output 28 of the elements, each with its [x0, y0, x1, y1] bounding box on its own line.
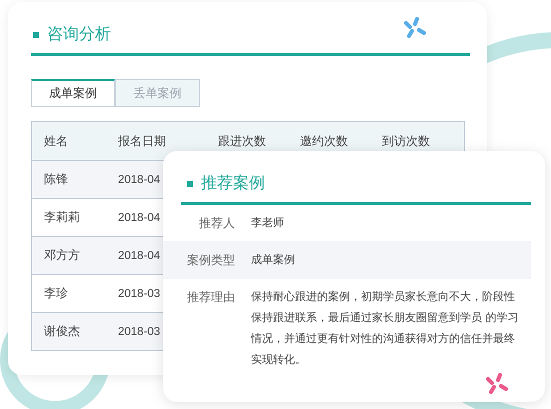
column-header: 姓名 — [43, 133, 69, 150]
field-value: 保持耐心跟进的案例，初期学员家长意向不大，阶段性保持跟进联系，最后通过家长朋友圈留意到学员 的学习情况，并通过更有针对性的沟通获得对方的信任并最终实现转化。 — [251, 289, 520, 368]
section-title: 咨询分析 — [47, 24, 111, 45]
section-title: 推荐案例 — [201, 173, 265, 194]
field-label: 推荐理由 — [186, 289, 235, 306]
square-icon — [187, 180, 193, 186]
tab[interactable]: 成单案例 — [31, 79, 115, 107]
column-header: 跟进次数 — [217, 133, 267, 150]
date-cell: 2018-03 — [118, 326, 160, 338]
field-value: 成单案例 — [251, 252, 296, 268]
column-header: 到访次数 — [381, 133, 431, 150]
name-cell-text: 李莉莉 — [43, 209, 81, 226]
column-header: 报名日期 — [117, 133, 167, 150]
square-icon — [33, 32, 39, 38]
field-label: 案例类型 — [186, 252, 235, 269]
name-cell-text: 谢俊杰 — [43, 323, 81, 340]
date-cell: 2018-04 — [118, 250, 160, 262]
field-value: 李老师 — [251, 215, 285, 231]
name-cell-text: 李珍 — [43, 285, 69, 302]
sparkle-icon — [403, 17, 427, 39]
name-cell-text: 邓方方 — [43, 247, 81, 264]
date-cell: 2018-04 — [118, 212, 160, 224]
column-header: 邀约次数 — [299, 133, 349, 150]
date-cell: 2018-04 — [118, 174, 160, 186]
field-label: 推荐人 — [198, 215, 235, 232]
sparkle-icon — [485, 373, 509, 395]
date-cell: 2018-03 — [118, 288, 160, 300]
name-cell-text: 陈锋 — [43, 171, 69, 188]
